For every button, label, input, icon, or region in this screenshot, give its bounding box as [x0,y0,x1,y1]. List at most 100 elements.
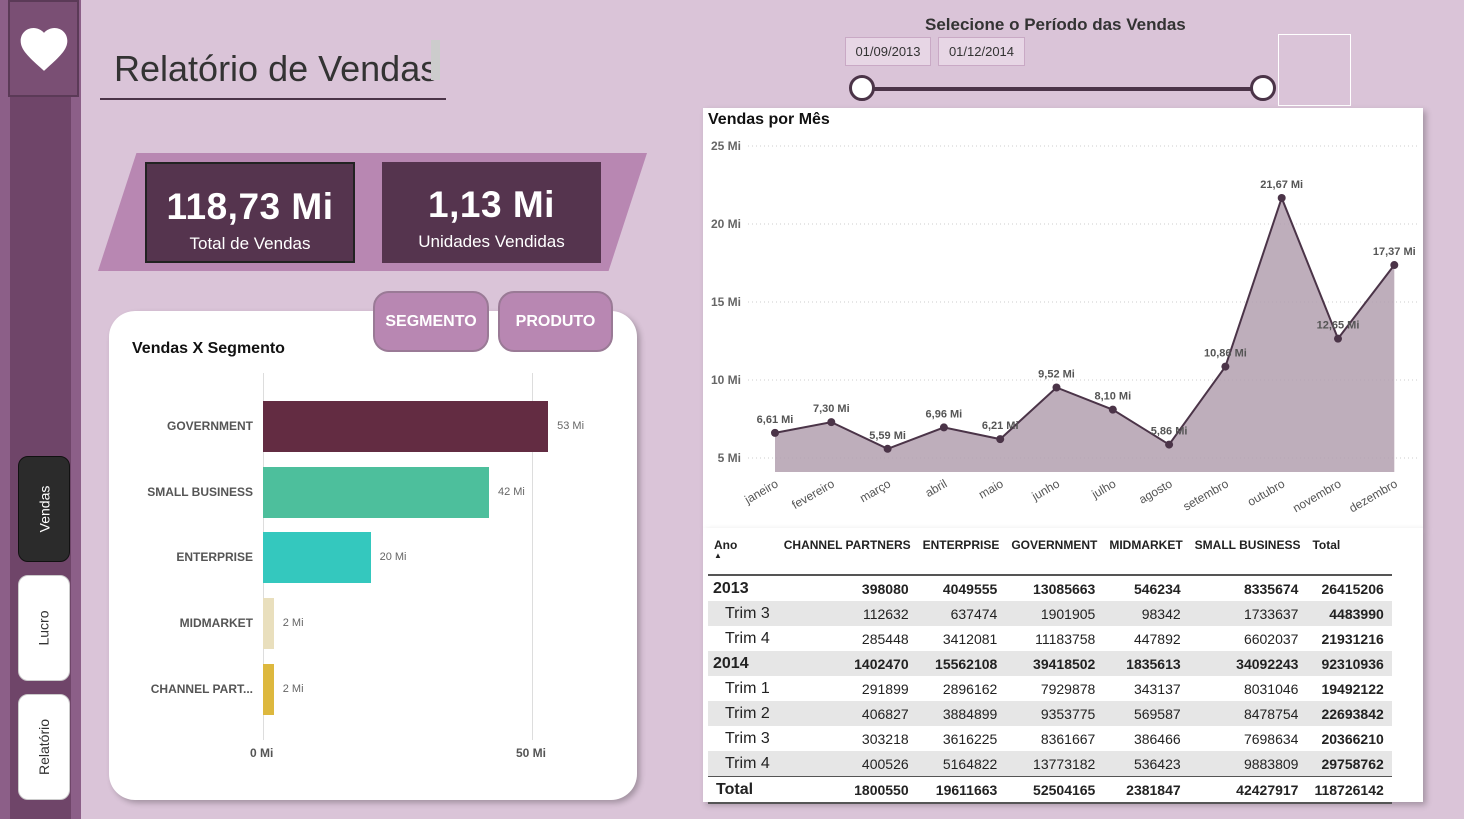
x-tick-label: novembro [1290,476,1343,515]
row-header-cell: Trim 4 [708,751,778,777]
table-cell: 20366210 [1321,730,1384,747]
row-header-cell: Trim 2 [708,701,778,726]
data-point [1108,405,1117,414]
table-cell: 39418502 [1005,651,1104,676]
data-point [827,418,836,427]
table-cell: 52504165 [1005,776,1104,804]
matrix-header-cell[interactable]: Ano ▲ [708,534,778,576]
table-cell: 637474 [916,601,1006,626]
table-cell: 1800550 [777,776,917,804]
data-point [1221,362,1230,371]
matrix-header-cell[interactable]: MIDMARKET [1103,534,1189,576]
matrix-header-cell[interactable]: CHANNEL PARTNERS [777,534,917,576]
matrix-body: 2013 398080 4049555 13085663 546234 8335674 26… [708,575,1392,804]
table-cell: 569587 [1103,701,1189,726]
end-date-input[interactable]: 01/12/2014 [938,37,1025,66]
matrix-header-label: Ano [714,538,738,552]
nav-vendas[interactable]: Vendas [18,456,70,562]
matrix-header-cell[interactable]: Total [1306,534,1392,576]
matrix-header-label: Total [1312,538,1341,552]
date-slider-start-handle[interactable] [849,75,875,101]
table-cell: 29758762 [1306,751,1392,777]
table-cell: 3412081 [942,630,998,647]
matrix-header-label: ENTERPRISE [922,538,1000,552]
bar-category-label: MIDMARKET [179,616,253,630]
table-cell: 13085663 [1033,580,1096,597]
row-header-cell: 2014 [708,651,778,676]
bar-category-label: GOVERNMENT [166,419,253,433]
table-cell: 3884899 [916,701,1006,726]
row-header-cell: Trim 3 [725,729,770,747]
table-cell: 400526 [777,751,917,777]
sort-arrow-icon[interactable]: ▲ [714,552,748,560]
table-cell: 386466 [1133,730,1181,747]
x-tick-label: maio [976,476,1006,501]
segment-bar[interactable] [263,598,274,649]
segmento-button[interactable]: SEGMENTO [373,291,489,352]
table-row: 2014 1402470 15562108 39418502 1835613 340922… [708,651,1392,676]
table-cell: 98342 [1103,601,1189,626]
x-tick-label: junho [1029,476,1063,503]
sales-matrix: Ano ▲ CHANNEL PARTNERS ENTERPRISE GOVERNMENT… [708,534,1392,804]
segment-bar[interactable] [263,664,274,715]
segment-bar[interactable] [263,532,371,583]
data-label: 6,21 Mi [982,420,1019,432]
matrix-header-label: GOVERNMENT [1011,538,1098,552]
x-tick-label: fevereiro [789,476,837,512]
data-label: 10,86 Mi [1204,348,1247,360]
slicer-title: Selecione o Período das Vendas [925,15,1186,34]
matrix-header-cell[interactable]: SMALL BUSINESS [1188,534,1307,576]
table-cell: 92310936 [1306,651,1392,676]
date-slider-track[interactable] [862,87,1263,91]
segment-bar[interactable] [263,467,489,518]
data-point [996,435,1005,444]
segment-chart-title: Vendas X Segmento [132,340,285,357]
start-date-input[interactable]: 01/09/2013 [845,37,931,66]
x-tick-label: outubro [1245,476,1288,509]
table-cell: 42427917 [1188,776,1307,804]
bar-value-label: 2 Mi [282,683,304,695]
x-tick-label: agosto [1136,476,1174,506]
date-slider-end-handle[interactable] [1250,75,1276,101]
nav-lucro[interactable]: Lucro [18,575,70,681]
logo[interactable] [8,0,79,97]
kpi-unidades-vendidas: 1,13 Mi Unidades Vendidas [382,162,601,263]
table-cell: 11183758 [1035,630,1096,647]
table-cell: 1901905 [1005,601,1104,626]
sales-by-month-chart: 5 Mi 10 Mi 15 Mi 20 Mi 25 Mi 6,61 Mi janeiro 7,… [711,139,1418,515]
matrix-header-label: MIDMARKET [1109,538,1183,552]
table-cell: 7929878 [1040,680,1096,697]
x-tick-label: julho [1088,476,1118,501]
matrix-header-row: Ano ▲ CHANNEL PARTNERS ENTERPRISE GOVERNMENT… [708,534,1392,576]
data-point [1334,334,1342,343]
table-cell: 34092243 [1188,651,1307,676]
y-tick-label: 20 Mi [711,217,741,231]
matrix-header-cell[interactable]: GOVERNMENT [1005,534,1104,576]
matrix-header-cell[interactable]: ENTERPRISE [916,534,1006,576]
data-label: 9,52 Mi [1038,368,1075,380]
table-cell: 21931216 [1321,630,1384,647]
table-cell: 447892 [1133,630,1181,647]
area-fill [775,197,1395,472]
table-cell: 4483990 [1306,601,1392,626]
table-cell: 26415206 [1321,580,1384,597]
table-row: Trim 4 285448 3412081 11183758 447892 6602037… [708,626,1392,651]
nav-relatorio[interactable]: Relatório [18,694,70,800]
table-cell: 5164822 [916,751,1006,777]
kpi-unidades-vendidas-label: Unidades Vendidas [418,232,565,251]
y-tick-label: 25 Mi [711,139,741,153]
line-chart-title: Vendas por Mês [708,111,830,128]
x-tick-label: abril [923,476,950,499]
segment-bar[interactable] [263,401,549,452]
table-cell: 19611663 [916,776,1006,804]
table-cell: 22693842 [1306,701,1392,726]
row-header-cell: Total [708,776,778,804]
table-row: Trim 2 406827 3884899 9353775 569587 8478754 2… [708,701,1392,726]
data-point [1277,193,1286,202]
table-cell: 2896162 [942,680,998,697]
matrix-header-label: SMALL BUSINESS [1194,538,1301,552]
bar-category-label: CHANNEL PART... [150,682,253,696]
x-tick-label: setembro [1181,476,1232,513]
produto-button[interactable]: PRODUTO [498,291,613,352]
nav-relatorio-label: Relatório [36,718,52,776]
